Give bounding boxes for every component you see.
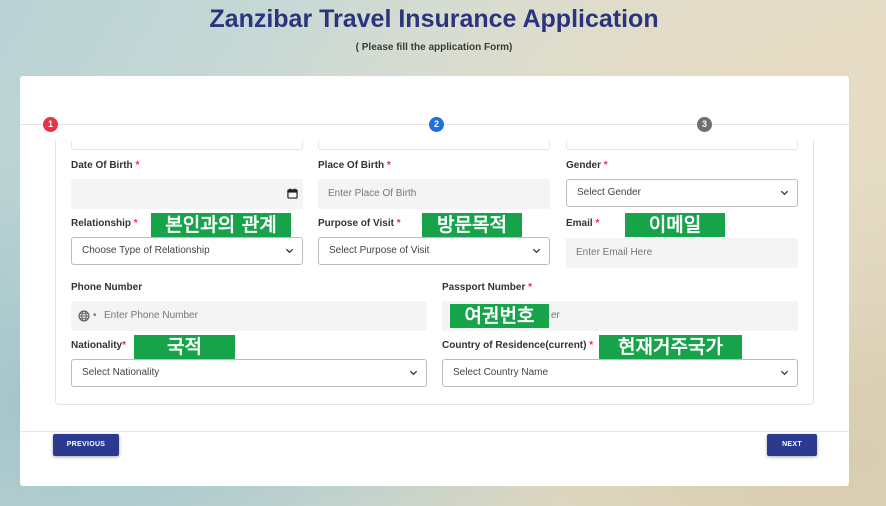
- annotation-residence: 현재거주국가: [599, 335, 742, 359]
- step-2-indicator[interactable]: 2: [429, 117, 444, 132]
- residence-label: Country of Residence(current) *: [442, 340, 593, 351]
- annotation-purpose: 방문목적: [422, 213, 522, 237]
- nationality-label: Nationality*: [71, 340, 126, 351]
- chevron-down-icon: [780, 370, 789, 376]
- purpose-label-text: Purpose of Visit: [318, 218, 394, 229]
- dob-input[interactable]: [71, 179, 303, 209]
- country-code-separator: •: [93, 310, 97, 321]
- globe-icon[interactable]: [78, 310, 90, 322]
- calendar-icon[interactable]: [287, 188, 298, 199]
- chevron-down-icon: [409, 370, 418, 376]
- required-marker: *: [396, 218, 401, 229]
- passport-label-text: Passport Number: [442, 282, 526, 293]
- purpose-select[interactable]: Select Purpose of Visit: [318, 237, 550, 265]
- step-3-indicator[interactable]: 3: [697, 117, 712, 132]
- gender-label: Gender *: [566, 160, 608, 171]
- field-remnant: [566, 141, 798, 150]
- step-1-indicator[interactable]: 1: [43, 117, 58, 132]
- relationship-select-value: Choose Type of Relationship: [82, 245, 210, 256]
- chevron-down-icon: [780, 190, 789, 196]
- purpose-select-value: Select Purpose of Visit: [329, 245, 430, 256]
- relationship-select[interactable]: Choose Type of Relationship: [71, 237, 303, 265]
- field-remnant: [318, 141, 550, 150]
- page-subtitle: ( Please fill the application Form): [355, 42, 513, 53]
- footer-divider: [20, 431, 849, 432]
- gender-label-text: Gender: [566, 160, 602, 171]
- phone-placeholder: Enter Phone Number: [104, 310, 198, 321]
- required-marker: *: [589, 340, 594, 351]
- relationship-label-text: Relationship: [71, 218, 132, 229]
- dob-label-text: Date Of Birth: [71, 160, 133, 171]
- nationality-select-value: Select Nationality: [82, 367, 160, 378]
- annotation-email: 이메일: [625, 213, 725, 237]
- email-input[interactable]: Enter Email Here: [566, 238, 798, 268]
- dob-label: Date Of Birth *: [71, 160, 139, 171]
- previous-button[interactable]: PREVIOUS: [53, 434, 119, 456]
- field-remnant: [71, 141, 303, 150]
- place-of-birth-label: Place Of Birth *: [318, 160, 391, 171]
- next-button[interactable]: NEXT: [767, 434, 817, 456]
- residence-label-text: Country of Residence(current): [442, 340, 587, 351]
- place-of-birth-input[interactable]: Enter Place Of Birth: [318, 179, 550, 209]
- purpose-label: Purpose of Visit *: [318, 218, 401, 229]
- annotation-passport: 여권번호: [450, 304, 549, 328]
- page-title: Zanzibar Travel Insurance Application: [209, 5, 659, 33]
- residence-select-value: Select Country Name: [453, 367, 549, 378]
- place-of-birth-label-text: Place Of Birth: [318, 160, 385, 171]
- nationality-label-text: Nationality: [71, 340, 123, 351]
- passport-label: Passport Number *: [442, 282, 532, 293]
- annotation-relationship: 본인과의 관계: [151, 213, 291, 237]
- required-marker: *: [386, 160, 391, 171]
- nationality-select[interactable]: Select Nationality: [71, 359, 427, 387]
- required-marker: *: [133, 218, 138, 229]
- required-marker: *: [122, 340, 127, 351]
- required-marker: *: [135, 160, 140, 171]
- required-marker: *: [528, 282, 533, 293]
- residence-select[interactable]: Select Country Name: [442, 359, 798, 387]
- gender-select[interactable]: Select Gender: [566, 179, 798, 207]
- chevron-down-icon: [532, 248, 541, 254]
- annotation-nationality: 국적: [134, 335, 235, 359]
- relationship-label: Relationship *: [71, 218, 138, 229]
- chevron-down-icon: [285, 248, 294, 254]
- email-label: Email *: [566, 218, 599, 229]
- required-marker: *: [603, 160, 608, 171]
- gender-select-value: Select Gender: [577, 187, 641, 198]
- required-marker: *: [595, 218, 600, 229]
- phone-label: Phone Number: [71, 282, 143, 293]
- phone-input[interactable]: • Enter Phone Number: [71, 301, 427, 331]
- email-label-text: Email: [566, 218, 593, 229]
